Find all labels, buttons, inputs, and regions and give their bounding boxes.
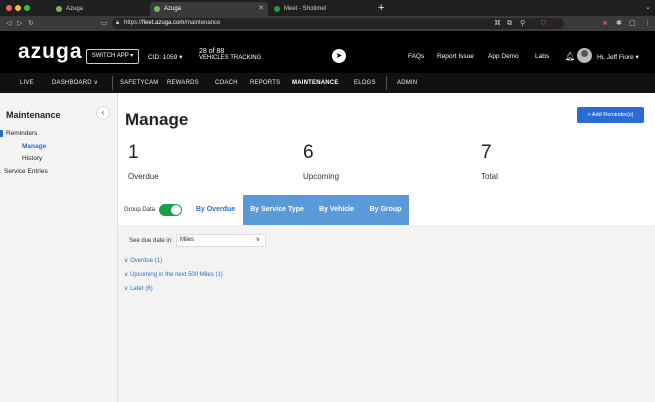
add-reminder-button[interactable]: + Add Reminder(s) (577, 107, 644, 123)
menu-icon[interactable]: ⋮ (644, 16, 651, 31)
reload-icon[interactable]: ↻ (28, 16, 34, 31)
shield-icon[interactable]: ⛉ (541, 16, 546, 31)
overdue-count: 1 (128, 142, 139, 163)
page-title: Manage (125, 110, 189, 129)
report-issue-link[interactable]: Report Issue (437, 53, 474, 60)
total-label: Total (481, 172, 498, 181)
browser-toolbar: ◁ ▷ ↻ ▭ 🔒︎ https://fleet.azuga.com/maint… (0, 16, 655, 31)
azuga-logo[interactable]: azuga (18, 39, 83, 65)
group-data-label: Group Data (124, 207, 156, 213)
vehicles-tracking: 28 of 88 VEHICLES TRACKING (199, 48, 262, 61)
sidebar: Maintenance ‹ (0, 93, 118, 402)
browser-tab-meet[interactable]: Meet - Shotimel (270, 2, 370, 16)
due-date-unit-select[interactable]: Miles ∨ (176, 234, 266, 247)
tab-by-service-type[interactable]: By Service Type (243, 195, 311, 225)
cid-selector[interactable]: CID: 1059 ▾ (148, 53, 182, 61)
sidebar-toggle-icon[interactable]: ▭ (101, 16, 108, 31)
chevron-down-icon: ∨ (255, 237, 260, 243)
avatar[interactable] (577, 48, 592, 63)
labs-link[interactable]: Labs (535, 53, 549, 60)
app-demo-link[interactable]: App Demo (488, 53, 519, 60)
zoom-icon[interactable]: ⚲ (520, 16, 525, 31)
azuga-favicon-icon (154, 6, 160, 12)
tab-by-overdue[interactable]: By Overdue (188, 195, 243, 225)
command-icon[interactable]: ⌘ (494, 16, 501, 31)
window-icon[interactable]: ▢ (629, 16, 636, 31)
nav-rewards[interactable]: REWARDS (167, 73, 199, 93)
accordion-later[interactable]: ∨ Later (6) (124, 285, 153, 292)
nav-live[interactable]: LIVE (20, 73, 34, 93)
nav-divider (386, 76, 387, 90)
meet-favicon-icon (274, 6, 280, 12)
browser-tab-bar: Azuga Azuga ✕ Meet - Shotimel + ⌄ (0, 0, 655, 16)
forward-icon[interactable]: ▷ (17, 16, 22, 31)
minimize-window-icon[interactable] (15, 5, 21, 11)
puzzle-icon[interactable]: ✱ (616, 16, 622, 31)
accordion-overdue[interactable]: ∨ Overdue (1) (124, 257, 162, 264)
navigation-icon[interactable]: ➤ (332, 49, 346, 63)
browser-tab-azuga-1[interactable]: Azuga (52, 2, 147, 16)
tab-by-group[interactable]: By Group (362, 195, 409, 225)
due-date-label: See due date in: (129, 238, 173, 244)
total-count: 7 (481, 142, 492, 163)
nav-admin[interactable]: ADMIN (397, 73, 417, 93)
faqs-link[interactable]: FAQs (408, 53, 424, 60)
nav-coach[interactable]: COACH (215, 73, 238, 93)
close-tab-icon[interactable]: ✕ (258, 2, 264, 16)
collapse-sidebar-button[interactable]: ‹ (96, 106, 110, 120)
results-panel (118, 225, 655, 402)
nav-safetycam[interactable]: SAFETYCAM (120, 73, 158, 93)
main-nav: LIVE DASHBOARD ∨ SAFETYCAM REWARDS COACH… (0, 73, 655, 93)
switch-app-button[interactable]: SWITCH APP ▾ (86, 49, 139, 64)
user-menu[interactable]: Hi, Jeff Fiore ▾ (597, 53, 639, 61)
back-icon[interactable]: ◁ (6, 16, 11, 31)
upcoming-label: Upcoming (303, 172, 340, 181)
bell-icon[interactable]: 🔔︎ (565, 52, 575, 61)
sidebar-item-service-entries[interactable]: Service Entries (4, 168, 48, 175)
nav-reports[interactable]: REPORTS (250, 73, 280, 93)
group-data-toggle[interactable] (159, 204, 182, 216)
nav-maintenance[interactable]: MAINTENANCE (292, 73, 339, 93)
accordion-upcoming[interactable]: ∨ Upcoming in the next 500 Miles (1) (124, 271, 223, 278)
upcoming-count: 6 (303, 142, 314, 163)
azuga-favicon-icon (56, 6, 62, 12)
nav-divider (112, 76, 113, 90)
browser-tab-azuga-2[interactable]: Azuga ✕ (150, 2, 268, 16)
nav-elogs[interactable]: ELOGS (354, 73, 376, 93)
extension-icon[interactable]: ⧉ (507, 16, 512, 31)
chevron-down-icon[interactable]: ⌄ (645, 0, 651, 16)
sidebar-title: Maintenance (6, 110, 61, 120)
extension-red-icon[interactable]: ■ (603, 16, 607, 31)
maximize-window-icon[interactable] (24, 5, 30, 11)
nav-dashboard[interactable]: DASHBOARD ∨ (52, 73, 98, 93)
sidebar-item-history[interactable]: History (22, 155, 42, 162)
sidebar-item-reminders[interactable]: Reminders (0, 130, 117, 137)
new-tab-button[interactable]: + (378, 0, 384, 16)
overdue-label: Overdue (128, 172, 159, 181)
tab-by-vehicle[interactable]: By Vehicle (311, 195, 362, 225)
close-window-icon[interactable] (6, 5, 12, 11)
lock-icon: 🔒︎ (116, 20, 120, 26)
sidebar-item-manage[interactable]: Manage (22, 143, 46, 150)
